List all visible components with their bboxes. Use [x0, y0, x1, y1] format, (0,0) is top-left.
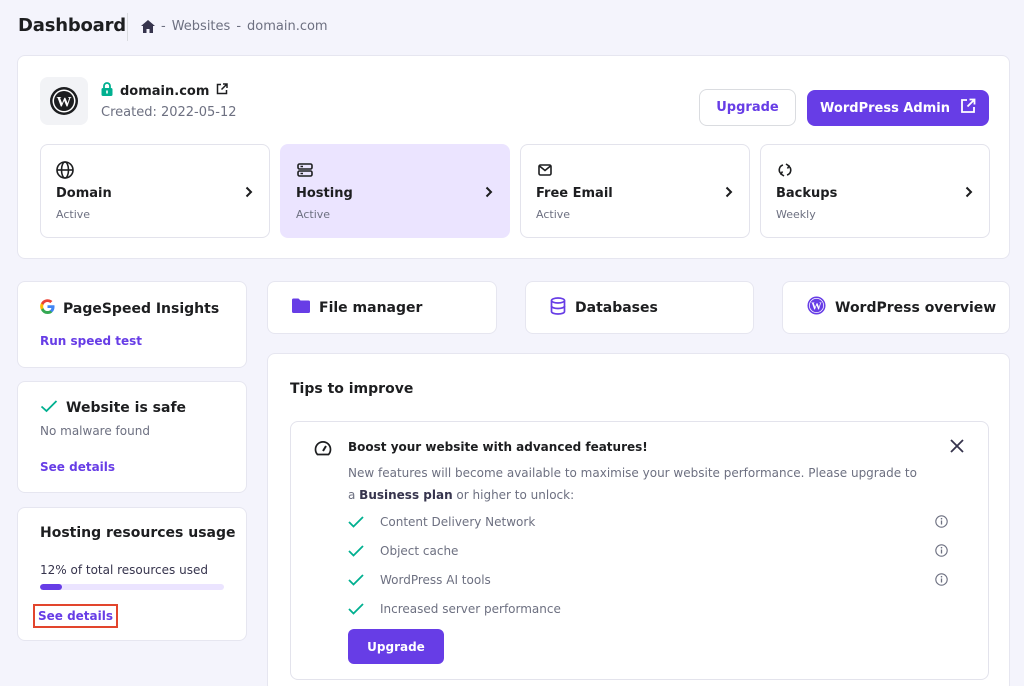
security-title-row: Website is safe	[40, 399, 186, 417]
google-icon	[40, 299, 55, 318]
wordpress-icon: W	[50, 87, 78, 115]
tip-description: New features will become available to ma…	[348, 462, 928, 506]
check-icon	[348, 516, 380, 528]
service-status: Weekly	[776, 208, 816, 221]
wordpress-overview-label: WordPress overview	[835, 299, 997, 316]
feature-item: WordPress AI tools	[348, 570, 948, 590]
feature-label: Content Delivery Network	[380, 515, 536, 529]
security-title: Website is safe	[66, 400, 187, 416]
service-card-backups[interactable]: Backups Weekly	[760, 144, 990, 238]
breadcrumb-domain: domain.com	[247, 19, 328, 34]
svg-text:W: W	[811, 301, 822, 312]
breadcrumb-separator: -	[161, 19, 166, 34]
breadcrumb: - Websites - domain.com	[141, 19, 328, 34]
wordpress-admin-button[interactable]: WordPress Admin	[807, 90, 989, 126]
tips-title: Tips to improve	[290, 381, 414, 397]
home-icon[interactable]	[141, 20, 155, 33]
service-card-domain[interactable]: Domain Active	[40, 144, 270, 238]
website-overview-card: W domain.com Created: 2022-05-12 Upgrade…	[17, 55, 1010, 259]
pagespeed-title-row: PageSpeed Insights	[40, 299, 219, 318]
service-card-hosting[interactable]: Hosting Active	[280, 144, 510, 238]
info-icon[interactable]	[935, 544, 948, 560]
feature-label: WordPress AI tools	[380, 573, 491, 587]
mail-icon	[536, 161, 554, 179]
tip-upgrade-button[interactable]: Upgrade	[348, 629, 444, 664]
file-manager-tile[interactable]: File manager	[267, 281, 497, 334]
chevron-right-icon	[725, 183, 733, 202]
service-label: Domain	[56, 186, 112, 201]
tip-box: Boost your website with advanced feature…	[290, 421, 989, 680]
speedometer-icon	[314, 440, 332, 460]
upgrade-button[interactable]: Upgrade	[699, 89, 796, 126]
resources-usage-text: 12% of total resources used	[40, 563, 208, 577]
check-icon	[40, 399, 58, 417]
resources-progress-fill	[40, 584, 63, 590]
header-divider	[127, 13, 128, 41]
feature-label: Object cache	[380, 544, 459, 558]
globe-icon	[56, 161, 74, 179]
refresh-icon	[776, 161, 794, 179]
service-label: Free Email	[536, 186, 613, 201]
info-icon[interactable]	[935, 573, 948, 589]
chevron-right-icon	[245, 183, 253, 202]
databases-label: Databases	[575, 299, 658, 316]
site-created-date: Created: 2022-05-12	[101, 105, 237, 120]
tip-heading: Boost your website with advanced feature…	[348, 440, 648, 454]
service-label: Hosting	[296, 186, 353, 201]
security-subtitle: No malware found	[40, 424, 150, 438]
close-icon[interactable]	[950, 438, 964, 457]
breadcrumb-separator: -	[236, 19, 242, 34]
service-status: Active	[56, 208, 91, 221]
tip-description-text: or higher to unlock:	[452, 488, 575, 502]
service-card-email[interactable]: Free Email Active	[520, 144, 750, 238]
business-plan-text: Business plan	[359, 488, 453, 502]
feature-item: Content Delivery Network	[348, 512, 948, 532]
site-name-row: domain.com	[101, 82, 229, 100]
chevron-right-icon	[485, 183, 493, 202]
external-link-icon[interactable]	[216, 83, 229, 99]
breadcrumb-websites[interactable]: Websites	[172, 19, 231, 34]
service-status: Active	[296, 208, 331, 221]
service-label: Backups	[776, 186, 838, 201]
svg-text:W: W	[57, 95, 72, 111]
database-icon	[550, 296, 566, 319]
wordpress-icon: W	[807, 296, 826, 319]
resources-card: Hosting resources usage 12% of total res…	[17, 507, 247, 641]
security-card: Website is safe No malware found See det…	[17, 381, 247, 493]
site-domain[interactable]: domain.com	[120, 84, 209, 99]
server-icon	[296, 161, 314, 179]
wordpress-logo: W	[40, 77, 88, 125]
feature-item: Increased server performance	[348, 599, 948, 619]
tips-card: Tips to improve Boost your website with …	[267, 353, 1010, 686]
chevron-right-icon	[965, 183, 973, 202]
wordpress-overview-tile[interactable]: W WordPress overview	[782, 281, 1010, 334]
info-icon[interactable]	[935, 515, 948, 531]
wordpress-admin-label: WordPress Admin	[820, 100, 950, 116]
check-icon	[348, 545, 380, 557]
check-icon	[348, 603, 380, 615]
lock-icon	[101, 82, 113, 100]
resources-title: Hosting resources usage	[40, 525, 236, 541]
folder-icon	[292, 298, 310, 317]
security-see-details-link[interactable]: See details	[40, 460, 115, 474]
pagespeed-card: PageSpeed Insights Run speed test	[17, 281, 247, 368]
check-icon	[348, 574, 380, 586]
feature-label: Increased server performance	[380, 602, 561, 616]
page-title: Dashboard	[18, 15, 126, 36]
run-speed-test-link[interactable]: Run speed test	[40, 334, 142, 348]
resources-see-details-link[interactable]: See details	[33, 604, 118, 628]
databases-tile[interactable]: Databases	[525, 281, 754, 334]
service-status: Active	[536, 208, 571, 221]
file-manager-label: File manager	[319, 299, 423, 316]
pagespeed-title: PageSpeed Insights	[63, 300, 220, 317]
resources-progress-bar	[40, 584, 224, 590]
feature-item: Object cache	[348, 541, 948, 561]
external-link-icon	[960, 98, 976, 118]
